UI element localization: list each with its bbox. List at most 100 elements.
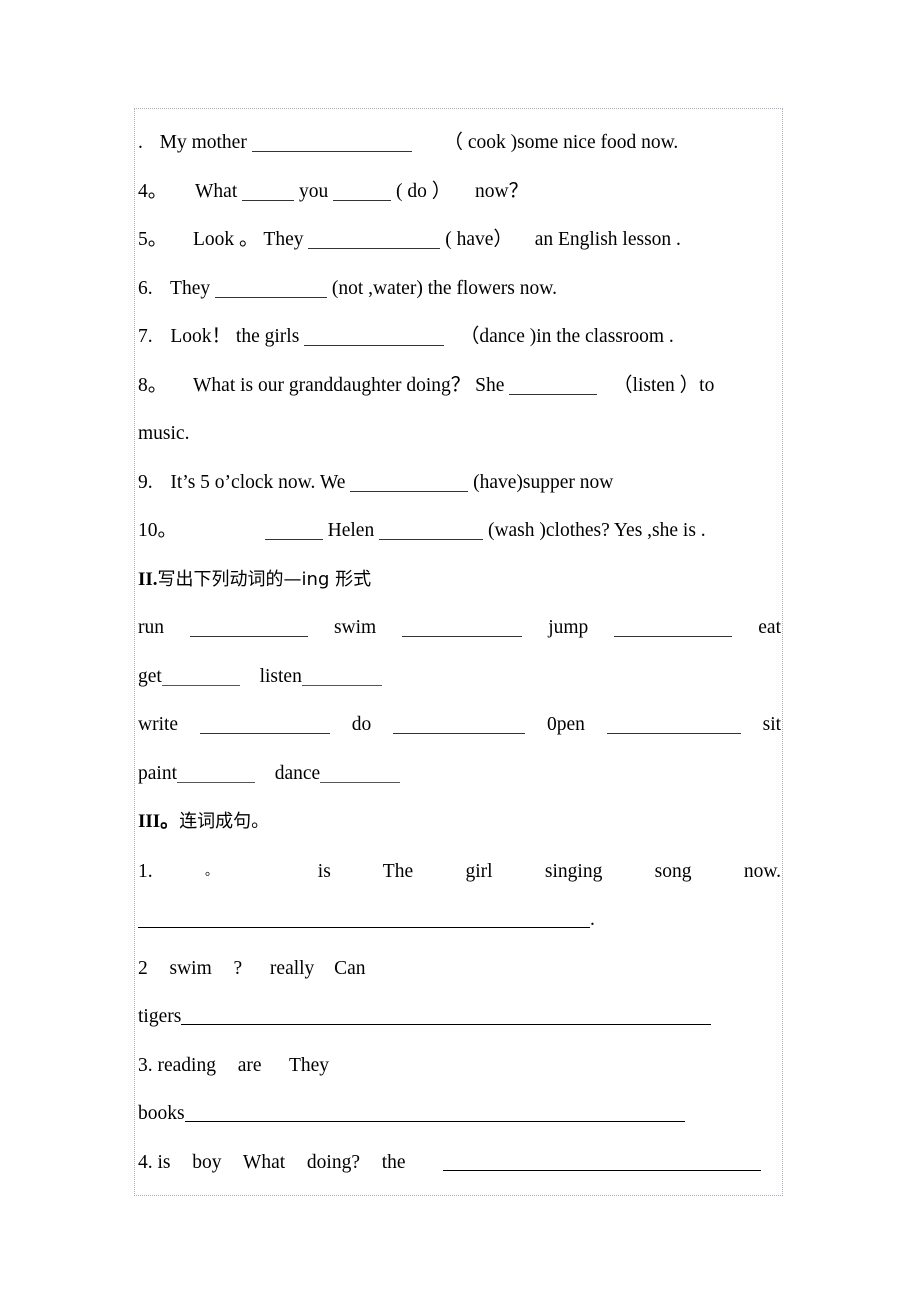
scrambled-word: Can — [334, 957, 366, 979]
exercise-line-5: 5。 Look 。 They ( have） an English lesson… — [138, 216, 781, 265]
item-cue: ( have） — [445, 229, 513, 250]
exercise-line-4: 4。 What you ( do ） now？ — [138, 168, 781, 217]
scrambled-word: now. — [743, 860, 782, 882]
answer-blank[interactable] — [333, 185, 392, 201]
word-order-answer-3: books — [138, 1090, 781, 1139]
item-number: 3. — [138, 1054, 153, 1076]
verb-word: eat — [758, 617, 781, 638]
exercise-line-1: . My mother （ cook )some nice food now. — [138, 119, 781, 168]
answer-blank[interactable] — [393, 718, 526, 734]
item-text: My mother — [159, 132, 247, 153]
verb-word: 0pen — [547, 714, 585, 735]
item-number: 8。 — [138, 374, 168, 396]
verb-word: get — [138, 665, 162, 687]
item-cue: （dance )in the classroom . — [459, 326, 674, 347]
answer-prefix: books — [138, 1103, 185, 1124]
section-two-heading: II.写出下列动词的—ing 形式 — [138, 556, 781, 605]
item-number: 9. — [138, 471, 153, 493]
item-number: 7. — [138, 326, 153, 347]
item-cue: (have)supper now — [473, 471, 614, 493]
item-cue: (wash )clothes? Yes ,she is . — [487, 520, 706, 541]
section-two-heading-text: 写出下列动词的—ing 形式 — [157, 568, 372, 590]
word-order-item-3: 3. reading are They — [138, 1042, 781, 1091]
word-order-item-2: 2 swim ? really Can — [138, 945, 781, 994]
item-text: They — [170, 277, 211, 299]
answer-blank[interactable] — [350, 476, 469, 492]
scrambled-word: reading — [157, 1054, 216, 1076]
exercise-line-7: 7. Look！ the girls （dance )in the classr… — [138, 313, 781, 362]
item-tail: music. — [138, 423, 190, 444]
answer-blank[interactable] — [614, 621, 733, 637]
worksheet-page: . My mother （ cook )some nice food now. … — [0, 0, 920, 1302]
item-text: It’s 5 o’clock now. We — [170, 471, 346, 493]
scrambled-word: song — [654, 860, 692, 882]
answer-blank[interactable] — [264, 524, 323, 540]
item-number: 4. — [138, 1151, 153, 1173]
item-cue: (not ,water) the flowers now. — [331, 277, 557, 299]
section-three-numeral: III。 — [138, 811, 180, 832]
scrambled-word: doing? — [306, 1151, 360, 1173]
verb-word: run — [138, 617, 164, 638]
verb-word: swim — [333, 617, 377, 638]
answer-blank[interactable] — [509, 379, 598, 395]
scrambled-word: What — [242, 1151, 286, 1173]
verb-word: jump — [548, 617, 589, 638]
item-number: 5。 — [138, 229, 168, 250]
verb-word: listen — [259, 665, 302, 687]
item-text-mid: you — [299, 180, 329, 202]
verb-word: do — [351, 714, 372, 735]
answer-suffix: . — [590, 909, 595, 930]
item-cue: ( do ） — [396, 180, 452, 202]
scrambled-word: are — [237, 1054, 262, 1076]
answer-blank[interactable] — [199, 718, 330, 734]
answer-prefix: tigers — [138, 1006, 182, 1027]
answer-blank[interactable] — [161, 670, 240, 686]
item-number: 10。 — [138, 520, 178, 541]
scrambled-word: really — [269, 957, 315, 979]
verb-word: write — [138, 714, 179, 735]
answer-rule[interactable] — [181, 1010, 712, 1025]
word-order-item-1: 1. 。 is The girl singing song now. — [138, 847, 781, 897]
answer-blank[interactable] — [320, 767, 401, 783]
answer-blank[interactable] — [606, 718, 741, 734]
verb-row-3: write do 0pen sit — [138, 701, 781, 750]
verb-word: paint — [138, 762, 177, 784]
exercise-line-6: 6. They (not ,water) the flowers now. — [138, 265, 781, 314]
answer-blank[interactable] — [379, 524, 484, 540]
answer-blank[interactable] — [177, 767, 255, 783]
exercise-line-8: 8。 What is our granddaughter doing？ She … — [138, 362, 781, 459]
answer-blank[interactable] — [214, 282, 327, 298]
answer-blank[interactable] — [304, 330, 445, 346]
worksheet-table: . My mother （ cook )some nice food now. … — [134, 108, 783, 1196]
item-text: Look 。 They — [193, 229, 304, 250]
scrambled-word: boy — [192, 1151, 222, 1173]
scrambled-word: They — [288, 1054, 330, 1076]
scrambled-word: girl — [465, 860, 493, 882]
answer-blank[interactable] — [402, 621, 523, 637]
verb-row-2: get listen — [138, 653, 781, 702]
verb-row-1: run swim jump eat — [138, 604, 781, 653]
item-cue: （ cook )some nice food now. — [443, 132, 679, 153]
item-number: 1. — [138, 860, 205, 882]
word-order-item-4: 4. is boy What doing? the — [138, 1139, 781, 1188]
verb-row-4: paint dance — [138, 750, 781, 799]
answer-rule[interactable] — [443, 1156, 762, 1171]
scrambled-word: ? — [233, 957, 243, 979]
item-number: . — [138, 132, 143, 153]
section-two-numeral: II. — [138, 568, 158, 590]
section-three-heading: III。连词成句。 — [138, 798, 781, 847]
answer-blank[interactable] — [251, 136, 412, 152]
answer-rule[interactable] — [184, 1107, 685, 1122]
answer-blank[interactable] — [189, 621, 308, 637]
word-order-answer-1: . — [138, 896, 781, 945]
item-number: 4。 — [138, 180, 168, 202]
item-text: What — [195, 180, 238, 202]
verb-word: sit — [762, 714, 782, 735]
worksheet-cell: . My mother （ cook )some nice food now. … — [135, 109, 782, 1195]
answer-blank[interactable] — [301, 670, 382, 686]
answer-blank[interactable] — [308, 233, 441, 249]
answer-rule[interactable] — [138, 913, 590, 928]
verb-word: dance — [274, 762, 321, 784]
exercise-line-9: 9. It’s 5 o’clock now. We (have)supper n… — [138, 459, 781, 508]
answer-blank[interactable] — [242, 185, 295, 201]
